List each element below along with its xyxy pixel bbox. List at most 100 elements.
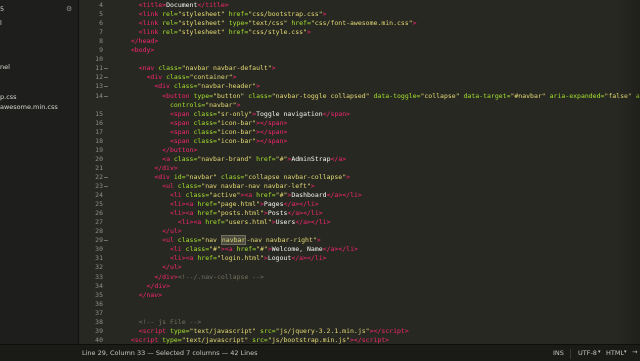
code-line[interactable]: <li class="active"><a href="#">Dashboard…: [123, 191, 638, 200]
code-token: li: [173, 200, 182, 209]
code-line[interactable]: <nav class="navbar navbar-default">: [123, 64, 638, 73]
code-token: "#": [209, 245, 221, 254]
code-token: script: [142, 326, 167, 335]
code-line[interactable]: <!-- js File -->: [123, 318, 638, 327]
code-line[interactable]: <body>: [123, 46, 638, 55]
fold-icon[interactable]: —: [104, 182, 112, 191]
editor-window: 5 ⚙ l nel p.css awesome.min.css 4 5 6 7 8 9 10 11—12…: [0, 0, 640, 361]
code-line[interactable]: [123, 309, 638, 318]
sidebar-item[interactable]: awesome.min.css: [0, 102, 58, 112]
code-line[interactable]: </ul>: [123, 263, 638, 272]
code-token: type=: [224, 19, 249, 28]
line-number: 35: [95, 290, 103, 299]
code-line[interactable]: </div><!--/.nav-collapse -->: [123, 273, 638, 282]
code-line[interactable]: </nav>: [123, 291, 638, 300]
code-token: >: [232, 73, 237, 82]
sidebar-item[interactable]: l: [0, 18, 2, 28]
code-token: type=: [158, 335, 182, 344]
line-number: 14: [95, 91, 103, 100]
code-line[interactable]: <a class="navbar-brand" href="#">AdminSt…: [123, 155, 638, 164]
code-token: "icon-bar": [216, 136, 257, 145]
insert-mode[interactable]: INS: [553, 349, 564, 357]
code-line[interactable]: <button type="button" class="navbar-togg…: [123, 91, 640, 101]
code-line[interactable]: <li><a href="posts.html">Posts</a></li>: [123, 209, 638, 218]
fold-icon[interactable]: —: [104, 173, 112, 182]
fold-icon[interactable]: —: [104, 236, 112, 245]
code-line[interactable]: <ul class="nav navbar-nav navbar-left">: [123, 182, 638, 191]
code-token: >: [177, 227, 182, 236]
code-line[interactable]: <link rel="stylesheet" type="text/css" h…: [123, 19, 638, 28]
code-token: data-toggle=: [369, 91, 421, 100]
code-line[interactable]: <div id="navbar" class="collapse navbar-…: [123, 173, 638, 182]
code-token: Users: [275, 218, 296, 227]
code-token: class=: [181, 245, 210, 254]
gear-icon[interactable]: ⚙: [66, 4, 72, 14]
line-number: 34: [95, 281, 103, 290]
code-line[interactable]: [123, 300, 638, 309]
code-token: >: [310, 182, 315, 190]
code-token: script: [361, 335, 386, 344]
fold-icon[interactable]: —: [104, 82, 112, 91]
code-line[interactable]: </button>: [123, 146, 638, 155]
code-line[interactable]: </ul>: [123, 227, 638, 236]
code-line[interactable]: <li><a href="page.html">Pages</a></li>: [123, 200, 638, 209]
code-token: class=: [244, 91, 272, 100]
tab-width-icon[interactable]: →: [632, 348, 637, 356]
code-editor[interactable]: 4 5 6 7 8 9 10 11—12—13—14—15 16 17 18 19 20 21 22—23—…: [79, 0, 640, 344]
encoding-selector[interactable]: UTF-8: [578, 349, 597, 357]
code-line[interactable]: <link rel="stylesheet" href="css/style.c…: [123, 28, 638, 37]
code-token: ></: [256, 118, 268, 127]
code-line[interactable]: <div class="navbar-header">: [123, 82, 638, 91]
code-token: button: [166, 91, 190, 100]
code-line[interactable]: <div class="container">: [123, 73, 638, 82]
minimap[interactable]: [618, 0, 640, 344]
code-line[interactable]: <span class="icon-bar"></span>: [123, 119, 638, 128]
code-line[interactable]: <script type="text/javascript" src="js/b…: [123, 336, 638, 344]
line-number: [79, 101, 103, 110]
fold-icon[interactable]: —: [104, 73, 112, 82]
syntax-selector-label[interactable]: HTML: [606, 349, 624, 357]
sidebar-item[interactable]: p.css: [0, 92, 17, 102]
fold-icon[interactable]: —: [104, 92, 112, 101]
code-line[interactable]: <ul class="nav navbar-nav navbar-right">: [123, 235, 638, 246]
code-line[interactable]: </div>: [123, 282, 638, 291]
code-token: "navbar-brand": [197, 154, 253, 163]
code-line[interactable]: <span class="icon-bar"></span>: [123, 137, 638, 146]
code-line[interactable]: <li><a href="users.html">Users</a></li>: [123, 218, 638, 227]
code-token: >: [236, 100, 241, 109]
sidebar-item[interactable]: 5 ⚙: [0, 4, 72, 14]
sidebar-item[interactable]: nel: [0, 62, 10, 72]
code-line[interactable]: <li><a href="login.html">Logout</a></li>: [123, 254, 638, 263]
code-line[interactable]: [123, 55, 638, 64]
code-line[interactable]: </head>: [123, 37, 638, 46]
code-token: class=: [173, 236, 202, 245]
code-line[interactable]: </div>: [123, 164, 638, 173]
code-token: href=: [252, 191, 276, 200]
code-token: Document: [166, 1, 198, 9]
code-token: ></: [299, 209, 311, 218]
code-line[interactable]: <li class="#"><a href="#">Welcome, Name<…: [123, 245, 638, 254]
code-token: >: [256, 82, 261, 91]
code-line[interactable]: <script type="text/javascript" src="js/j…: [123, 327, 638, 336]
line-number: 24: [95, 191, 103, 200]
code-token: ></: [256, 136, 268, 145]
code-token: title: [142, 1, 163, 9]
line-number: 18: [95, 136, 103, 145]
code-line[interactable]: <title>Document</title>: [123, 1, 638, 10]
code-token: ></: [303, 254, 315, 263]
code-line[interactable]: controls="navbar">: [123, 101, 638, 110]
code-line[interactable]: <span class="sr-only">Toggle navigation<…: [123, 110, 638, 119]
fold-icon[interactable]: —: [104, 64, 112, 73]
code-line[interactable]: <span class="icon-bar"></span>: [123, 128, 638, 137]
code-token: Dashboard: [291, 191, 327, 200]
code-line[interactable]: <link rel="stylesheet" href="css/bootstr…: [123, 10, 638, 19]
status-bar: Line 29, Column 33 — Selected 7 columns …: [0, 344, 640, 361]
code-token: "active": [209, 191, 241, 200]
